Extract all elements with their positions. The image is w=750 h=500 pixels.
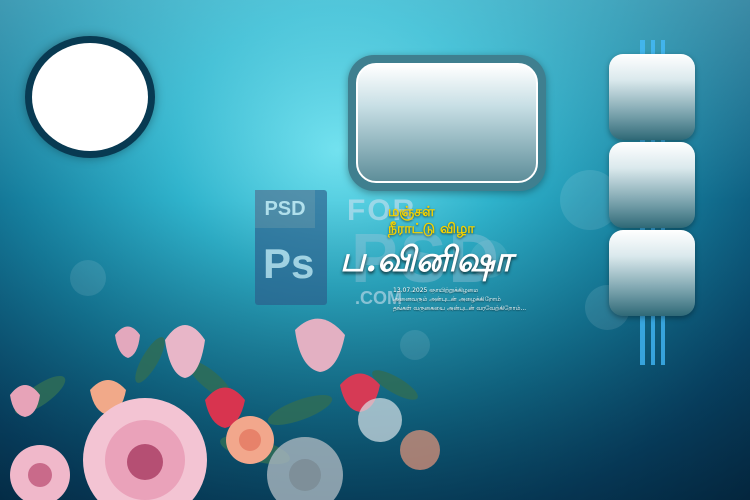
floral-decoration [10, 318, 440, 500]
event-title: மஞ்சள் நீராட்டு விழா [388, 204, 508, 238]
photoshop-logo-icon: Ps [263, 240, 315, 287]
grey-flower [267, 437, 343, 500]
circle-photo-placeholder [32, 43, 148, 151]
event-title-line-2: நீராட்டு விழா [388, 221, 475, 237]
peach-flower [226, 416, 274, 464]
honoree-name: ப.வினிஷா [340, 240, 513, 280]
tile-photo-frame-2 [609, 142, 695, 228]
psd-document-icon: PSD Ps [255, 190, 327, 305]
pink-flower-left [10, 445, 70, 500]
tile-photo-frame-1 [609, 54, 695, 140]
rounded-photo-frame [348, 55, 546, 191]
large-pink-flower [83, 398, 207, 500]
tile-photo-frame-3 [609, 230, 695, 316]
watermark-psd-tab: PSD [255, 190, 315, 228]
event-title-line-1: மஞ்சள் [388, 204, 435, 220]
bokeh-light [70, 260, 106, 296]
peach-flower-right [358, 398, 440, 470]
event-date-line: 13.07.2025 ஞாயிற்றுக்கிழமை [393, 287, 479, 294]
rounded-photo-placeholder [356, 63, 538, 183]
circle-photo-frame [25, 36, 155, 158]
